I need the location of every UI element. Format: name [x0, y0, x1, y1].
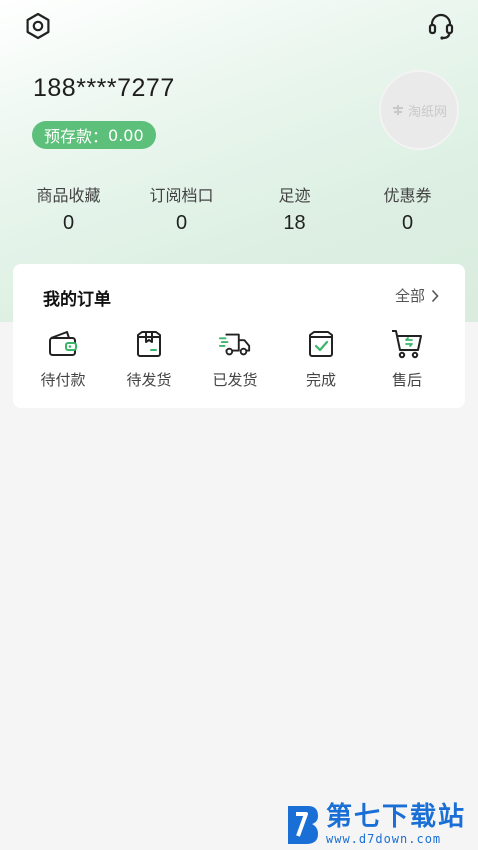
order-after-sales[interactable]: 售后 — [364, 327, 450, 390]
orders-all-link[interactable]: 全部 — [395, 285, 439, 306]
order-label: 完成 — [305, 371, 336, 389]
order-status-row: 待付款 待发货 已发货 完成 售后 — [13, 327, 465, 390]
order-label: 待付款 — [40, 371, 86, 389]
avatar-text: 淘纸网 — [407, 104, 447, 120]
avatar[interactable]: 淘纸网 — [379, 70, 459, 150]
box-check-icon — [309, 331, 333, 357]
headset-icon — [428, 13, 454, 40]
package-icon — [137, 331, 161, 357]
balance-badge[interactable]: 预存款： 0.00 — [32, 121, 156, 149]
user-phone: 188****7277 — [33, 74, 175, 102]
order-pending-shipment[interactable]: 待发货 — [106, 327, 192, 390]
orders-title: 我的订单 — [43, 290, 111, 310]
orders-card: 我的订单 全部 待付款 待发货 已发货 完成 售后 — [13, 264, 465, 408]
order-completed[interactable]: 完成 — [278, 327, 364, 390]
order-label: 已发货 — [212, 371, 258, 389]
watermark-logo-icon — [288, 806, 318, 844]
stat-subscriptions[interactable]: 订阅档口 0 — [125, 182, 238, 235]
watermark-title: 第七下载站 — [326, 802, 467, 832]
watermark-url: www.d7down.com — [326, 832, 442, 846]
customer-service-button[interactable] — [425, 10, 457, 42]
cart-return-icon — [392, 330, 422, 359]
stat-value: 18 — [283, 212, 306, 234]
site-watermark: 第七下载站 www.d7down.com — [284, 802, 466, 846]
balance-value: 0.00 — [108, 125, 144, 145]
stat-label: 足迹 — [278, 186, 311, 205]
stat-value: 0 — [62, 212, 75, 234]
truck-icon — [218, 333, 251, 356]
order-label: 待发货 — [126, 371, 172, 389]
order-shipped[interactable]: 已发货 — [192, 327, 278, 390]
stat-label: 商品收藏 — [36, 186, 101, 205]
stat-label: 订阅档口 — [149, 186, 214, 205]
stat-value: 0 — [175, 212, 188, 234]
logo-icon — [392, 105, 403, 115]
stats-row: 商品收藏 0 订阅档口 0 足迹 18 优惠券 0 — [0, 182, 478, 235]
order-pending-payment[interactable]: 待付款 — [20, 327, 106, 390]
wallet-icon — [49, 331, 77, 356]
stat-history[interactable]: 足迹 18 — [238, 182, 351, 235]
stat-coupons[interactable]: 优惠券 0 — [351, 182, 464, 235]
stat-label: 优惠券 — [383, 186, 432, 205]
order-label: 售后 — [391, 371, 422, 389]
stat-favorites[interactable]: 商品收藏 0 — [12, 182, 125, 235]
balance-label: 预存款： — [44, 127, 109, 146]
settings-icon — [26, 12, 50, 40]
stat-value: 0 — [401, 212, 414, 234]
orders-all-label: 全部 — [394, 287, 425, 305]
settings-button[interactable] — [22, 10, 54, 42]
chevron-right-icon — [431, 289, 439, 302]
